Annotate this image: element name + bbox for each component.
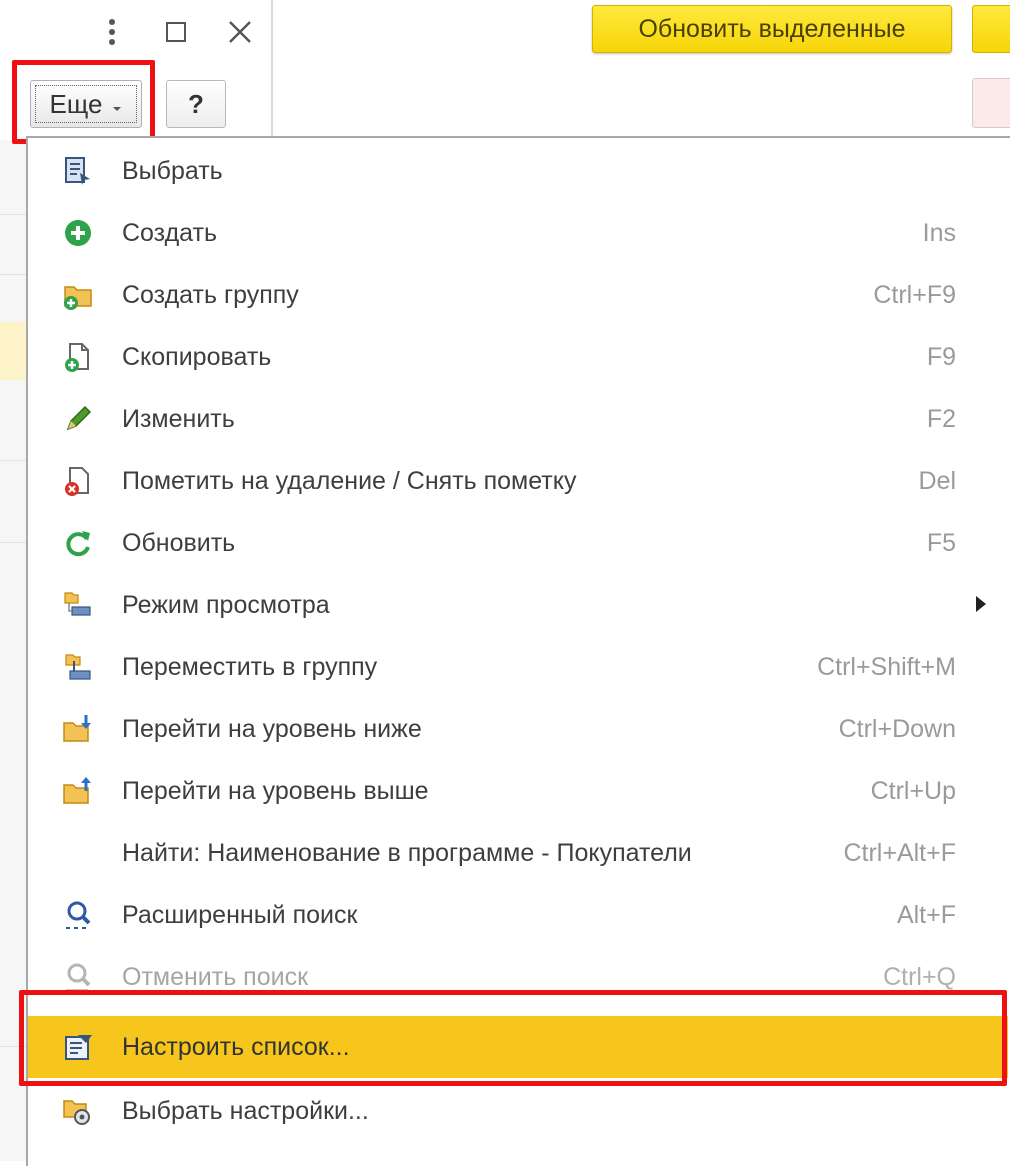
menu-item-move-to-group[interactable]: Переместить в группу Ctrl+Shift+M bbox=[28, 636, 1008, 698]
create-group-icon bbox=[62, 279, 94, 311]
edit-icon bbox=[62, 403, 94, 435]
help-button[interactable]: ? bbox=[166, 80, 226, 128]
choose-settings-icon bbox=[62, 1095, 94, 1127]
maximize-icon[interactable] bbox=[144, 12, 208, 52]
menu-item-label: Найти: Наименование в программе - Покупа… bbox=[122, 839, 692, 867]
menu-item-find[interactable]: Найти: Наименование в программе - Покупа… bbox=[28, 822, 1008, 884]
menu-item-view-mode[interactable]: Режим просмотра bbox=[28, 574, 1008, 636]
menu-item-label: Расширенный поиск bbox=[122, 901, 358, 929]
cancel-search-icon bbox=[62, 961, 94, 993]
menu-item-shortcut: F5 bbox=[926, 529, 956, 557]
menu-item-create[interactable]: Создать Ins bbox=[28, 202, 1008, 264]
menu-item-shortcut: Ctrl+F9 bbox=[873, 281, 956, 309]
menu-item-copy[interactable]: Скопировать F9 bbox=[28, 326, 1008, 388]
menu-item-shortcut: Del bbox=[918, 467, 956, 495]
menu-item-label: Изменить bbox=[122, 405, 235, 433]
menu-item-label: Скопировать bbox=[122, 343, 272, 371]
menu-item-label: Пометить на удаление / Снять пометку bbox=[122, 467, 577, 495]
mark-delete-icon bbox=[62, 465, 94, 497]
menu-item-level-up[interactable]: Перейти на уровень выше Ctrl+Up bbox=[28, 760, 1008, 822]
create-icon bbox=[62, 217, 94, 249]
move-to-group-icon bbox=[62, 651, 94, 683]
submenu-arrow-icon bbox=[976, 596, 986, 612]
menu-item-shortcut: Ctrl+Shift+M bbox=[817, 653, 956, 681]
window-controls bbox=[80, 12, 272, 52]
more-vertical-icon[interactable] bbox=[80, 12, 144, 52]
refresh-icon bbox=[62, 527, 94, 559]
select-icon bbox=[62, 155, 94, 187]
menu-item-advanced-search[interactable]: Расширенный поиск Alt+F bbox=[28, 884, 1008, 946]
menu-item-label: Перейти на уровень выше bbox=[122, 777, 429, 805]
background-selected-row bbox=[0, 322, 26, 380]
menu-item-label: Выбрать bbox=[122, 157, 223, 185]
menu-item-label: Выбрать настройки... bbox=[122, 1097, 369, 1125]
menu-item-edit[interactable]: Изменить F2 bbox=[28, 388, 1008, 450]
configure-list-highlight bbox=[19, 990, 1007, 1086]
level-down-icon bbox=[62, 713, 94, 745]
menu-item-refresh[interactable]: Обновить F5 bbox=[28, 512, 1008, 574]
menu-item-shortcut: Ins bbox=[922, 219, 956, 247]
menu-item-label: Создать группу bbox=[122, 281, 299, 309]
more-button-highlight bbox=[12, 60, 155, 144]
menu-item-mark-delete[interactable]: Пометить на удаление / Снять пометку Del bbox=[28, 450, 1008, 512]
menu-item-shortcut: Ctrl+Down bbox=[838, 715, 956, 743]
menu-item-shortcut: F2 bbox=[926, 405, 956, 433]
yellow-toolbar-button[interactable] bbox=[972, 5, 1010, 53]
copy-icon bbox=[62, 341, 94, 373]
menu-item-shortcut: F9 bbox=[926, 343, 956, 371]
panel-divider bbox=[271, 0, 273, 136]
view-mode-icon bbox=[62, 589, 94, 621]
level-up-icon bbox=[62, 775, 94, 807]
close-icon[interactable] bbox=[208, 12, 272, 52]
menu-item-label: Обновить bbox=[122, 529, 236, 557]
refresh-selected-button[interactable]: Обновить выделенные bbox=[592, 5, 952, 53]
menu-item-shortcut: Ctrl+Alt+F bbox=[843, 839, 956, 867]
menu-item-level-down[interactable]: Перейти на уровень ниже Ctrl+Down bbox=[28, 698, 1008, 760]
pink-toolbar-button[interactable] bbox=[972, 78, 1010, 128]
menu-item-shortcut: Alt+F bbox=[896, 901, 956, 929]
menu-item-label: Создать bbox=[122, 219, 218, 247]
menu-item-choose-settings[interactable]: Выбрать настройки... bbox=[28, 1080, 1008, 1142]
menu-item-select[interactable]: Выбрать bbox=[28, 140, 1008, 202]
menu-item-label: Режим просмотра bbox=[122, 591, 330, 619]
menu-item-label: Переместить в группу bbox=[122, 653, 378, 681]
menu-item-shortcut: Ctrl+Up bbox=[870, 777, 956, 805]
advanced-search-icon bbox=[62, 899, 94, 931]
menu-item-label: Перейти на уровень ниже bbox=[122, 715, 422, 743]
menu-item-create-group[interactable]: Создать группу Ctrl+F9 bbox=[28, 264, 1008, 326]
